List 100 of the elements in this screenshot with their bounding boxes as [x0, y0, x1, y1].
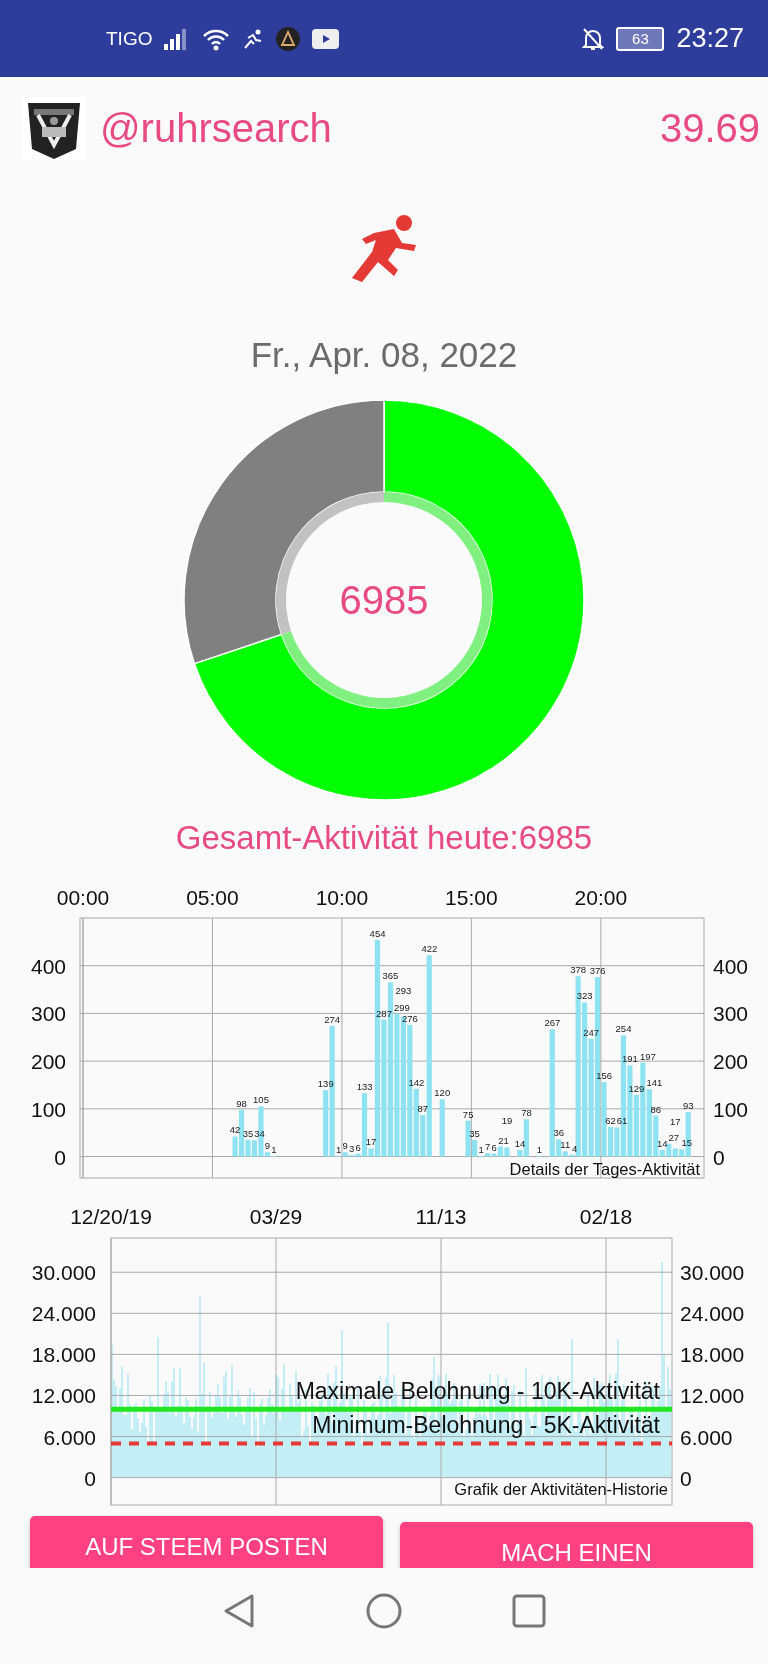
data-label: 274 [324, 1013, 341, 1025]
action-button[interactable]: MACH EINEN [400, 1522, 753, 1568]
data-label: 61 [616, 1115, 628, 1127]
carrier-name: TIGO [106, 27, 153, 50]
back-icon[interactable] [222, 1593, 256, 1629]
username: @ruhrsearch [100, 106, 332, 151]
data-label: 93 [682, 1100, 694, 1112]
data-label: 1 [536, 1144, 542, 1156]
axis-label: 18.000 [680, 1343, 745, 1367]
axis-label: 300 [30, 1002, 66, 1026]
data-label: 287 [376, 1007, 392, 1019]
legend-label: Maximale Belohnung - 10K-Aktivität [295, 1378, 660, 1405]
data-label: 133 [356, 1081, 373, 1093]
data-label: 78 [521, 1107, 532, 1119]
data-label: 422 [421, 943, 438, 955]
data-label: 141 [646, 1077, 663, 1089]
axis-label: 0 [713, 1145, 725, 1169]
data-label: 156 [596, 1070, 612, 1082]
axis-label: 200 [30, 1050, 66, 1074]
data-label: 120 [434, 1087, 451, 1099]
data-label: 3 [349, 1143, 355, 1155]
axis-label: 300 [713, 1002, 749, 1026]
data-label: 6 [355, 1141, 361, 1153]
axis-label: 200 [713, 1050, 749, 1074]
axis-label: 18.000 [31, 1343, 96, 1367]
axis-label: 03/29 [249, 1205, 303, 1228]
data-label: 105 [253, 1094, 269, 1106]
data-label: 365 [382, 970, 399, 982]
data-label: 191 [622, 1053, 638, 1065]
data-label: 323 [576, 990, 593, 1002]
axis-label: 15:00 [445, 886, 498, 909]
data-label: 9 [264, 1140, 271, 1152]
axis-label: 05:00 [186, 886, 239, 909]
axis-label: 6.000 [680, 1425, 733, 1449]
axis-label: 12.000 [31, 1384, 96, 1408]
data-label: 42 [229, 1124, 241, 1136]
bell-off-icon [582, 26, 605, 51]
legend-label: Minimum-Belohnung - 5K-Aktivität [312, 1412, 660, 1439]
axis-label: 10:00 [315, 886, 369, 909]
data-label: 4 [572, 1142, 578, 1154]
data-label: 15 [681, 1137, 693, 1149]
data-label: 36 [553, 1127, 565, 1139]
data-label: 17 [670, 1116, 681, 1128]
axis-label: 30.000 [680, 1261, 745, 1285]
data-label: 139 [317, 1078, 334, 1090]
axis-label: 11/13 [415, 1205, 467, 1228]
data-label: 14 [657, 1137, 668, 1149]
axis-label: 400 [713, 954, 749, 978]
bar [439, 1099, 445, 1157]
axis-label: 30.000 [31, 1261, 96, 1285]
axis-label: 0 [680, 1466, 692, 1490]
axis-label: 0 [84, 1466, 96, 1490]
battery-indicator: 63 [616, 26, 665, 51]
data-label: 19 [501, 1115, 513, 1127]
data-label: 75 [462, 1108, 474, 1120]
data-label: 129 [628, 1083, 645, 1094]
data-label: 35 [469, 1127, 480, 1139]
data-label: 378 [570, 964, 587, 976]
action-button[interactable]: AUF STEEM POSTEN [30, 1516, 383, 1568]
data-label: 267 [544, 1017, 561, 1029]
data-label: 299 [394, 1001, 410, 1013]
data-label: 254 [615, 1023, 632, 1035]
data-label: 11 [560, 1139, 571, 1151]
data-label: 293 [395, 984, 412, 996]
axis-label: 20:00 [574, 886, 628, 909]
axis-label: 0 [54, 1145, 66, 1169]
axis-label: 02/18 [579, 1205, 633, 1228]
data-label: 1 [478, 1144, 484, 1156]
data-label: 9 [342, 1140, 348, 1152]
app-icon [276, 26, 301, 51]
chart-title: Grafik der Aktivitäten-Historie [454, 1480, 668, 1498]
data-label: 247 [583, 1026, 600, 1038]
data-label: 21 [498, 1134, 509, 1146]
data-label: 1 [271, 1144, 277, 1156]
clock-time: 23:27 [676, 23, 744, 54]
data-label: 1 [336, 1144, 342, 1156]
home-icon[interactable] [366, 1593, 402, 1629]
data-label: 86 [650, 1103, 662, 1115]
data-label: 62 [605, 1114, 616, 1126]
data-label: 376 [589, 965, 606, 977]
balance-value: 39.69 [659, 106, 760, 151]
axis-label: 400 [30, 954, 66, 978]
chart-title: Details der Tages-Aktivität [509, 1160, 700, 1178]
data-label: 87 [417, 1103, 429, 1115]
data-label: 6 [491, 1141, 497, 1153]
data-label: 454 [369, 927, 386, 939]
axis-label: 100 [30, 1097, 66, 1121]
data-label: 98 [236, 1097, 247, 1109]
data-label: 34 [254, 1128, 265, 1140]
data-label: 17 [365, 1136, 377, 1148]
play-icon [312, 28, 340, 49]
data-label: 14 [514, 1137, 526, 1149]
recents-icon[interactable] [512, 1594, 546, 1628]
axis-label: 100 [713, 1097, 749, 1121]
data-label: 35 [242, 1127, 254, 1139]
date-label: Fr., Apr. 08, 2022 [249, 334, 519, 376]
axis-label: 24.000 [680, 1302, 745, 1326]
axis-label: 00:00 [56, 886, 110, 909]
axis-label: 6.000 [43, 1425, 96, 1449]
data-label: 142 [408, 1076, 425, 1088]
